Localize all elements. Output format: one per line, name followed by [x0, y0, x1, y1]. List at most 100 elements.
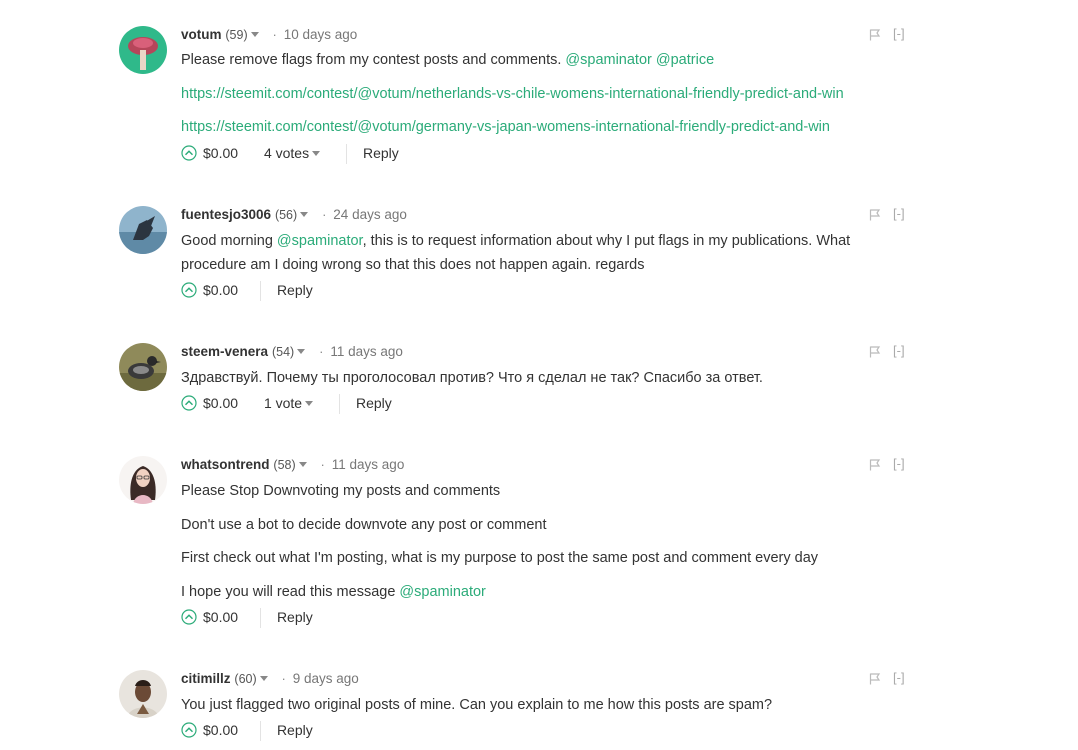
comment-footer: $0.00 Reply: [181, 721, 313, 742]
comment-text: Please Stop Downvoting my posts and comm…: [181, 483, 501, 499]
comment-body-line: Don't use a bot to decide downvote any p…: [181, 515, 546, 535]
chevron-down-icon[interactable]: [259, 675, 268, 681]
votes-count[interactable]: 4 votes: [264, 145, 324, 161]
avatar[interactable]: [119, 456, 167, 504]
comment-body-line: Please Stop Downvoting my posts and comm…: [181, 481, 500, 501]
separator-dot: ·: [322, 207, 327, 222]
collapse-toggle[interactable]: [-]: [893, 206, 905, 222]
author-name[interactable]: steem-venera: [181, 344, 268, 359]
upvote-icon[interactable]: [181, 722, 197, 738]
comment-text: Don't use a bot to decide downvote any p…: [181, 517, 547, 533]
comment-body-line: https://steemit.com/contest/@votum/nethe…: [181, 84, 844, 104]
separator-dot: ·: [281, 671, 286, 686]
author-reputation: (54): [271, 345, 295, 359]
comment-header: citimillz (60) · 9 days ago: [181, 669, 359, 687]
reply-button[interactable]: Reply: [277, 609, 313, 625]
votes-count[interactable]: 1 vote: [264, 395, 317, 411]
timestamp[interactable]: 11 days ago: [332, 457, 405, 472]
chevron-down-icon: [305, 400, 314, 406]
timestamp[interactable]: 11 days ago: [330, 344, 403, 359]
comment-header: fuentesjo3006 (56) · 24 days ago: [181, 205, 407, 223]
divider: [345, 144, 347, 165]
flag-icon[interactable]: [869, 459, 881, 471]
author-reputation: (59): [225, 28, 248, 42]
chevron-down-icon[interactable]: [250, 31, 259, 37]
payout-value[interactable]: $0.00: [203, 395, 238, 411]
comment-footer: $0.00 1 vote Reply: [181, 394, 392, 415]
timestamp[interactable]: 9 days ago: [293, 671, 359, 686]
author-reputation: (60): [234, 672, 257, 686]
reply-button[interactable]: Reply: [356, 395, 392, 411]
comment-footer: $0.00 Reply: [181, 281, 313, 302]
divider: [259, 721, 261, 742]
flag-icon[interactable]: [869, 346, 881, 358]
author-name[interactable]: citimillz: [181, 671, 231, 686]
payout-value[interactable]: $0.00: [203, 145, 238, 161]
upvote-icon[interactable]: [181, 609, 197, 625]
comment-body-line: First check out what I'm posting, what i…: [181, 548, 818, 568]
comment-body: You just flagged two original posts of m…: [181, 695, 772, 715]
chevron-down-icon[interactable]: [300, 211, 309, 217]
mention-link[interactable]: @spaminator: [277, 233, 363, 249]
reply-button[interactable]: Reply: [277, 282, 313, 298]
collapse-toggle[interactable]: [-]: [893, 343, 905, 359]
comment-text: Please remove flags from my contest post…: [181, 52, 566, 68]
votes-label: 1 vote: [263, 395, 303, 411]
url-link[interactable]: https://steemit.com/contest/@votum/nethe…: [181, 86, 844, 102]
collapse-toggle[interactable]: [-]: [893, 26, 905, 42]
comment-text: I hope you will read this message: [181, 584, 400, 600]
chevron-down-icon: [312, 150, 321, 156]
timestamp[interactable]: 10 days ago: [284, 27, 358, 42]
avatar[interactable]: [119, 343, 167, 391]
upvote-icon[interactable]: [181, 282, 197, 298]
mention-link[interactable]: @spaminator: [565, 52, 651, 68]
comment-body: Здравствуй. Почему ты проголосовал проти…: [181, 368, 763, 388]
author-name[interactable]: whatsontrend: [181, 457, 270, 472]
mention-link[interactable]: @spaminator: [399, 584, 485, 600]
mention-link[interactable]: @patrice: [656, 52, 714, 68]
comment-body: Good morning @spaminator, this is to req…: [181, 229, 901, 277]
chevron-down-icon[interactable]: [298, 461, 307, 467]
comment-body-line: https://steemit.com/contest/@votum/germa…: [181, 117, 830, 137]
comment-footer: $0.00 Reply: [181, 608, 313, 629]
comment-text: Good morning: [181, 233, 277, 249]
reply-button[interactable]: Reply: [277, 722, 313, 738]
timestamp[interactable]: 24 days ago: [333, 207, 407, 222]
payout-value[interactable]: $0.00: [203, 282, 238, 298]
comment-text: You just flagged two original posts of m…: [181, 697, 773, 713]
divider: [259, 608, 261, 629]
flag-icon[interactable]: [869, 29, 881, 41]
upvote-icon[interactable]: [181, 145, 197, 161]
separator-dot: ·: [319, 344, 324, 359]
comment-body-line: Please remove flags from my contest post…: [181, 50, 714, 70]
divider: [259, 281, 261, 302]
comment-header: votum (59) · 10 days ago: [181, 25, 357, 43]
author-name[interactable]: votum: [181, 27, 222, 42]
comment-footer: $0.00 4 votes Reply: [181, 144, 399, 165]
comment-header: steem-venera (54) · 11 days ago: [181, 342, 403, 360]
reply-button[interactable]: Reply: [363, 145, 399, 161]
upvote-icon[interactable]: [181, 395, 197, 411]
avatar[interactable]: [119, 206, 167, 254]
flag-icon[interactable]: [869, 209, 881, 221]
author-name[interactable]: fuentesjo3006: [181, 207, 271, 222]
comment-header: whatsontrend (58) · 11 days ago: [181, 455, 404, 473]
payout-value[interactable]: $0.00: [203, 609, 238, 625]
author-reputation: (58): [273, 458, 296, 472]
collapse-toggle[interactable]: [-]: [893, 456, 905, 472]
collapse-toggle[interactable]: [-]: [893, 670, 905, 686]
comment-body-line: I hope you will read this message @spami…: [181, 582, 486, 602]
author-reputation: (56): [274, 208, 298, 222]
divider: [338, 394, 340, 415]
url-link[interactable]: https://steemit.com/contest/@votum/germa…: [181, 119, 830, 135]
chevron-down-icon[interactable]: [297, 348, 306, 354]
votes-label: 4 votes: [263, 145, 310, 161]
flag-icon[interactable]: [869, 673, 881, 685]
separator-dot: ·: [272, 27, 277, 42]
separator-dot: ·: [320, 457, 325, 472]
comment-text: First check out what I'm posting, what i…: [181, 550, 819, 566]
avatar[interactable]: [119, 670, 167, 718]
comment-text: Здравствуй. Почему ты проголосовал проти…: [181, 370, 763, 386]
payout-value[interactable]: $0.00: [203, 722, 238, 738]
avatar[interactable]: [119, 26, 167, 74]
